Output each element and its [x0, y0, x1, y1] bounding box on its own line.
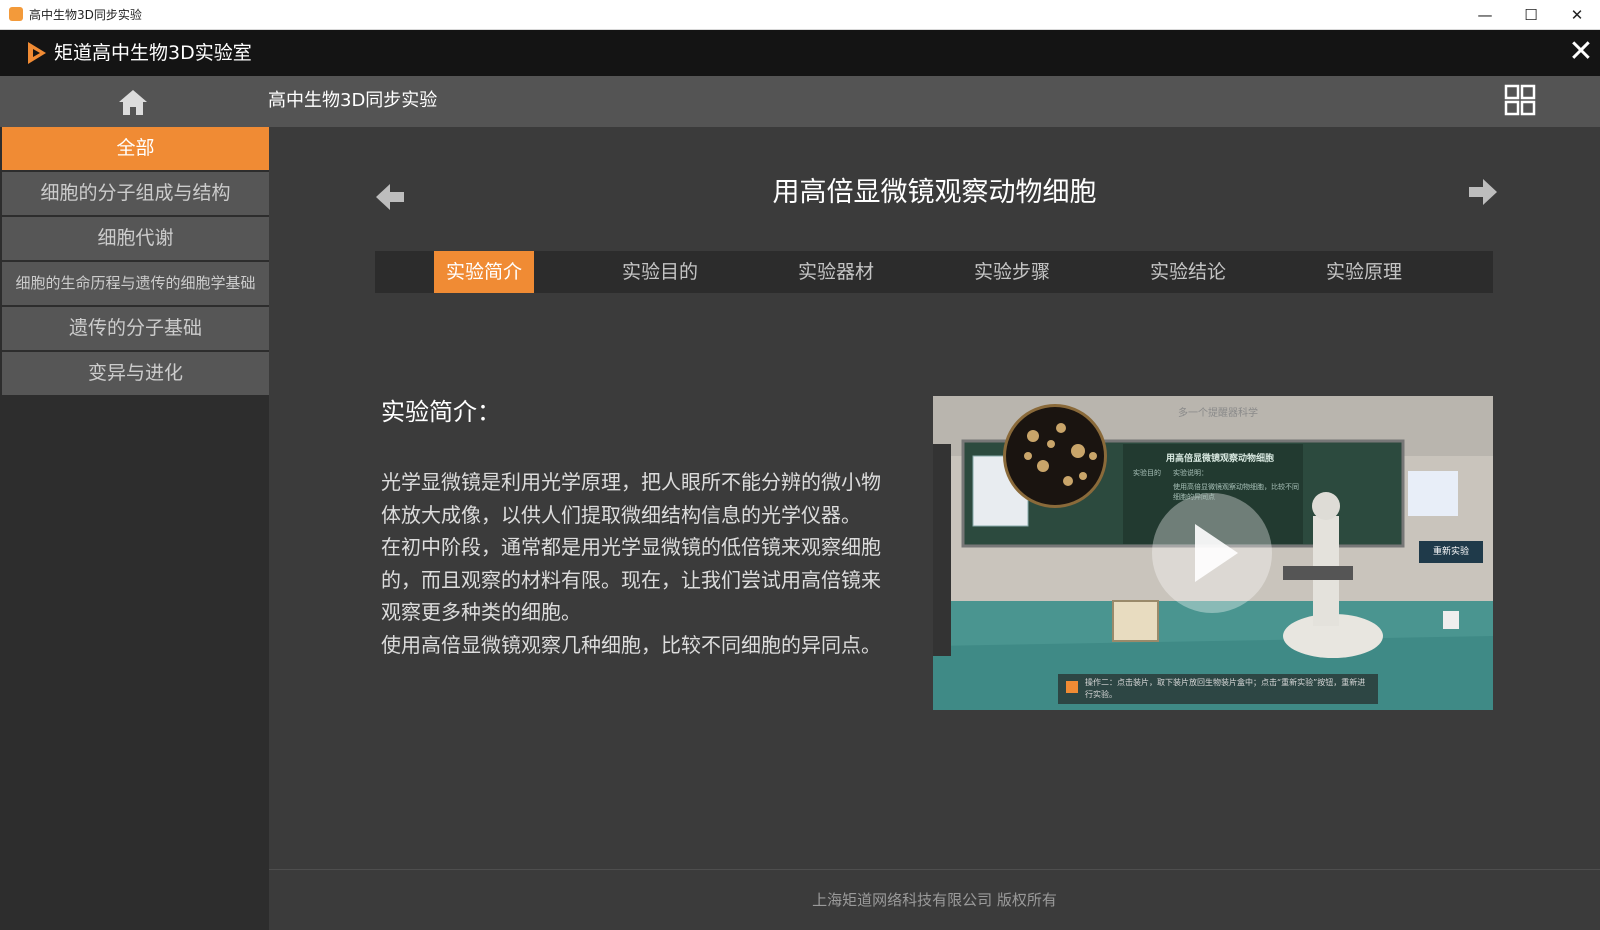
app-window-icon [9, 7, 23, 21]
tab-steps[interactable]: 实验步骤 [962, 251, 1062, 293]
window-close-button[interactable]: ✕ [1554, 0, 1600, 30]
video-status-text: 操作二：点击装片，取下装片放回生物装片盒中；点击“重新实验”按钮，重新进行实验。 [1085, 678, 1366, 699]
video-watermark-logo: 多一个提醒器科学 [1178, 408, 1258, 419]
video-scene [933, 396, 1493, 710]
arrow-right-icon[interactable] [1465, 175, 1499, 209]
minimize-button[interactable]: — [1462, 0, 1508, 30]
app-header: 矩道高中生物3D实验室 ✕ [0, 30, 1600, 76]
sidebar-item-molecular-genetics[interactable]: 遗传的分子基础 [2, 307, 269, 350]
app-title: 矩道高中生物3D实验室 [54, 42, 252, 64]
board-line: 细胞的异同点 [1173, 493, 1215, 501]
maximize-button[interactable]: ☐ [1508, 0, 1554, 30]
sidebar-item-cell-life-history[interactable]: 细胞的生命历程与遗传的细胞学基础 [2, 262, 269, 305]
board-line: 使用高倍显微镜观察动物细胞，比较不同 [1173, 483, 1299, 491]
intro-heading: 实验简介： [381, 398, 501, 426]
footer-divider [269, 869, 1600, 870]
nav-title: 高中生物3D同步实验 [268, 90, 438, 111]
intro-paragraph: 光学显微镜是利用光学原理，把人眼所不能分辨的微小物体放大成像，以供人们提取微细结… [381, 470, 881, 527]
logo-icon [28, 42, 46, 64]
home-icon[interactable] [118, 88, 148, 116]
video-preview[interactable]: 多一个提醒器科学 用高倍显微镜观察动物细胞 实验目的 实验说明： 使用高倍显微镜… [933, 396, 1493, 710]
tab-purpose[interactable]: 实验目的 [610, 251, 710, 293]
restart-button[interactable]: 重新实验 [1419, 541, 1483, 563]
grid-icon[interactable] [1504, 84, 1536, 116]
experiment-tabs: 实验简介 实验目的 实验器材 实验步骤 实验结论 实验原理 [375, 251, 1493, 293]
tab-conclusion[interactable]: 实验结论 [1138, 251, 1238, 293]
sidebar-item-variation-evolution[interactable]: 变异与进化 [2, 352, 269, 395]
intro-paragraph: 在初中阶段，通常都是用光学显微镜的低倍镜来观察细胞的，而且观察的材料有限。现在，… [381, 535, 881, 624]
window-title: 高中生物3D同步实验 [29, 8, 142, 22]
sidebar-item-cell-structure[interactable]: 细胞的分子组成与结构 [2, 172, 269, 215]
main-panel: 用高倍显微镜观察动物细胞 实验简介 实验目的 实验器材 实验步骤 实验结论 实验… [269, 127, 1600, 930]
intro-body: 光学显微镜是利用光学原理，把人眼所不能分辨的微小物体放大成像，以供人们提取微细结… [381, 466, 886, 661]
window-titlebar: 高中生物3D同步实验 — ☐ ✕ [0, 0, 1600, 30]
experiment-title: 用高倍显微镜观察动物细胞 [772, 177, 1097, 208]
app-close-button[interactable]: ✕ [1566, 37, 1596, 67]
tab-principle[interactable]: 实验原理 [1314, 251, 1414, 293]
board-title: 用高倍显微镜观察动物细胞 [1166, 454, 1275, 464]
category-sidebar: 全部 细胞的分子组成与结构 细胞代谢 细胞的生命历程与遗传的细胞学基础 遗传的分… [0, 127, 269, 930]
tab-intro[interactable]: 实验简介 [434, 251, 534, 293]
intro-paragraph: 使用高倍显微镜观察几种细胞，比较不同细胞的异同点。 [381, 632, 881, 657]
board-line: 实验说明： [1173, 469, 1208, 477]
sidebar-item-all[interactable]: 全部 [2, 127, 269, 170]
copyright-footer: 上海矩道网络科技有限公司 版权所有 [812, 891, 1057, 909]
nav-bar: 高中生物3D同步实验 [0, 76, 1600, 127]
tab-equipment[interactable]: 实验器材 [786, 251, 886, 293]
board-line: 实验目的 [1133, 469, 1161, 477]
sidebar-item-cell-metabolism[interactable]: 细胞代谢 [2, 217, 269, 260]
